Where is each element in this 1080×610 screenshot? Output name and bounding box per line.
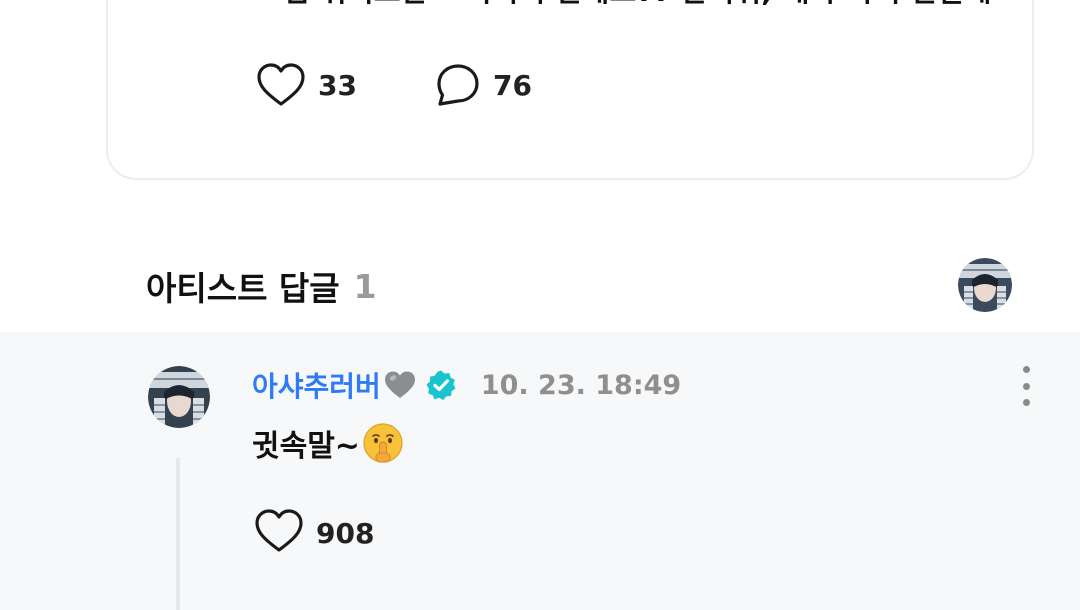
thread-line	[176, 458, 180, 610]
post-like-button[interactable]: 33	[256, 62, 357, 108]
reply-text-row: 귓속말~	[252, 420, 404, 466]
more-vertical-icon-dot	[1022, 366, 1030, 373]
more-options-button[interactable]	[1010, 366, 1042, 406]
post-comment-button[interactable]: 76	[435, 62, 532, 108]
post-comment-count: 76	[492, 68, 532, 102]
reply-author-name[interactable]: 아샤추러버	[252, 365, 381, 405]
artist-reply-header: 아티스트 답글 1	[146, 258, 377, 314]
heart-outline-icon	[256, 62, 306, 108]
reply-meta: 아샤추러버 10. 23. 18:49	[252, 362, 681, 408]
artist-reply-count: 1	[353, 266, 377, 306]
heart-outline-icon	[254, 508, 304, 558]
artist-reply-title: 아티스트 답글	[146, 269, 340, 308]
more-vertical-icon-dot	[1022, 399, 1030, 406]
shushing-face-emoji-icon	[362, 422, 404, 464]
post-card: 그럼 위버스말고 어디서 말해요?? 알려줘, 내가 가서 말할게~ 33 76	[106, 0, 1034, 180]
grey-heart-emoji-icon	[383, 369, 417, 401]
reply-like-button[interactable]: 908	[254, 508, 374, 558]
reply-like-count: 908	[316, 516, 375, 550]
verified-badge-icon	[425, 369, 457, 401]
artist-avatar[interactable]	[958, 258, 1012, 312]
reply-text: 귓속말~	[252, 429, 360, 464]
reply-timestamp: 10. 23. 18:49	[480, 369, 682, 401]
post-text: 그럼 위버스말고 어디서 말해요?? 알려줘, 내가 가서 말할게~	[256, 0, 1016, 10]
reply-author-avatar[interactable]	[148, 366, 210, 428]
artist-reply-section: 아샤추러버 10. 23. 18:49 귓속말~ 908	[0, 332, 1080, 610]
post-actions: 33 76	[256, 60, 610, 110]
speech-bubble-icon	[435, 62, 481, 108]
weverse-comment-screen: 그럼 위버스말고 어디서 말해요?? 알려줘, 내가 가서 말할게~ 33 76	[0, 0, 1080, 610]
post-like-count: 33	[318, 68, 357, 102]
more-vertical-icon-dot	[1022, 382, 1030, 390]
